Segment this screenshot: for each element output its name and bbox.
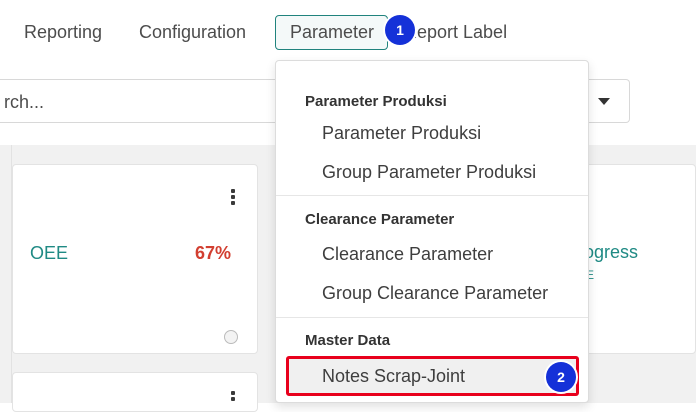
menu-item-notes-scrap-joint[interactable]: Notes Scrap-Joint [286,356,579,396]
annotation-badge-1: 1 [385,15,415,45]
annotation-badge-2: 2 [546,362,576,392]
metric-value: 67% [195,243,232,263]
top-navigation-bar: Reporting Configuration Parameter Report… [0,0,696,62]
menu-divider [276,317,588,318]
metric-label[interactable]: OEE [30,243,68,264]
parameter-dropdown-menu: Parameter Produksi Parameter Produksi Gr… [275,60,589,403]
section-header-parameter-produksi: Parameter Produksi [305,93,447,110]
dashboard-card-2[interactable] [12,372,258,412]
menu-divider [276,195,588,196]
dashboard-card[interactable]: OEE 67% [12,164,258,354]
kebab-menu-icon[interactable] [231,189,235,207]
menu-reporting[interactable]: Reporting [24,22,102,43]
search-input-text: rch... [4,92,45,112]
menu-parameter[interactable]: Parameter [275,15,388,50]
menu-item-group-parameter-produksi[interactable]: Group Parameter Produksi [322,162,536,183]
menu-configuration[interactable]: Configuration [139,22,246,43]
section-header-clearance-parameter: Clearance Parameter [305,211,455,228]
menu-report-label[interactable]: Report Label [404,22,507,43]
status-circle-icon[interactable] [224,330,238,344]
menu-item-group-clearance-parameter[interactable]: Group Clearance Parameter [322,283,548,304]
menu-item-clearance-parameter[interactable]: Clearance Parameter [322,244,493,265]
section-header-master-data: Master Data [305,332,391,349]
chevron-down-icon[interactable] [598,98,610,105]
menu-item-parameter-produksi[interactable]: Parameter Produksi [322,123,481,144]
kebab-menu-icon[interactable] [231,391,235,403]
